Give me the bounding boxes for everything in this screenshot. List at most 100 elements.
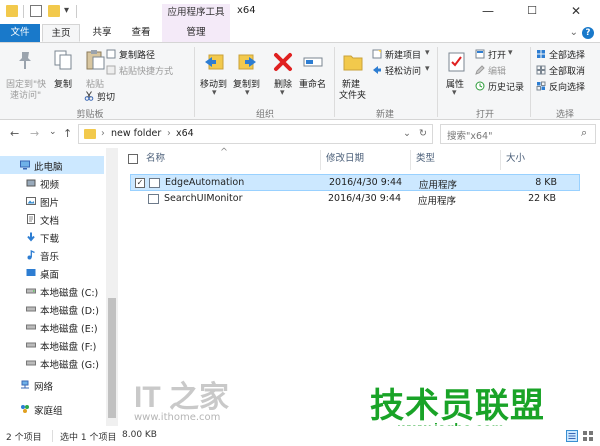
nav-item-drive-c[interactable]: 本地磁盘 (C:) <box>0 282 104 300</box>
new-item-button[interactable]: 新建项目 <box>385 48 421 61</box>
folder-icon <box>6 5 18 17</box>
homegroup-icon <box>21 405 29 413</box>
new-item-dropdown-icon[interactable]: ▾ <box>425 48 430 58</box>
pin-icon <box>19 52 31 69</box>
select-all-button[interactable]: 全部选择 <box>549 48 585 61</box>
tab-manage[interactable]: 管理 <box>162 24 230 42</box>
history-button[interactable]: 历史记录 <box>488 80 524 93</box>
copy-button[interactable]: 复制 <box>54 77 72 90</box>
file-size: 8 KB <box>535 177 557 188</box>
nav-label: 下载 <box>40 234 60 245</box>
select-none-button[interactable]: 全部取消 <box>549 64 585 77</box>
search-input[interactable]: 搜索"x64" ⌕ <box>440 124 596 144</box>
nav-item-drive-e[interactable]: 本地磁盘 (E:) <box>0 318 104 336</box>
nav-item-documents[interactable]: 文档 <box>0 210 104 228</box>
organize-group-label: 组织 <box>255 110 274 120</box>
open-dropdown-icon[interactable]: ▾ <box>508 48 513 58</box>
column-header-size[interactable]: 大小 <box>506 148 525 170</box>
delete-dropdown-icon[interactable]: ▾ <box>280 88 285 98</box>
rename-button[interactable]: 重命名 <box>299 77 326 90</box>
close-button[interactable]: ✕ <box>554 0 598 22</box>
recent-locations-icon[interactable]: ⌄ <box>49 127 57 137</box>
invert-selection-icon <box>536 81 546 91</box>
file-date: 2016/4/30 9:44 <box>328 193 402 204</box>
nav-label: 本地磁盘 (G:) <box>40 360 99 371</box>
copy-path-icon <box>106 49 116 59</box>
navigation-scrollbar[interactable] <box>106 148 118 426</box>
nav-item-drive-f[interactable]: 本地磁盘 (F:) <box>0 336 104 354</box>
address-dropdown-icon[interactable]: ⌄ <box>403 128 411 139</box>
nav-item-homegroup[interactable]: 家庭组 <box>0 400 104 418</box>
select-all-icon <box>537 50 545 58</box>
nav-label: 图片 <box>40 198 60 209</box>
back-button[interactable]: ← <box>10 127 19 140</box>
nav-item-desktop[interactable]: 桌面 <box>0 264 104 282</box>
file-name: SearchUIMonitor <box>164 193 243 204</box>
paste-shortcut-button[interactable]: 粘贴快捷方式 <box>119 64 173 77</box>
divider <box>52 430 53 442</box>
nav-item-drive-g[interactable]: 本地磁盘 (G:) <box>0 354 104 372</box>
cut-button[interactable]: 剪切 <box>97 90 115 103</box>
nav-item-network[interactable]: 网络 <box>0 376 104 394</box>
tab-share[interactable]: 共享 <box>84 24 120 42</box>
nav-label: 网络 <box>34 382 54 393</box>
edit-button[interactable]: 编辑 <box>488 64 506 77</box>
desktop-folder-icon <box>26 269 36 276</box>
nav-item-this-pc[interactable]: 此电脑 <box>0 156 104 174</box>
select-all-checkbox[interactable] <box>128 154 138 164</box>
nav-item-music[interactable]: 音乐 <box>0 246 104 264</box>
address-bar[interactable]: › new folder › x64 ⌄ ↻ <box>78 124 433 144</box>
properties-dropdown-icon[interactable]: ▾ <box>452 88 457 98</box>
status-bar: 2 个项目 选中 1 个项目 8.00 KB <box>0 426 600 446</box>
help-icon[interactable]: ? <box>582 27 594 39</box>
easy-access-icon <box>373 66 381 74</box>
breadcrumb-x64[interactable]: x64 <box>176 128 194 139</box>
nav-label: 家庭组 <box>34 406 63 417</box>
nav-label: 本地磁盘 (C:) <box>40 288 99 299</box>
details-view-icon[interactable] <box>566 430 578 442</box>
copy-to-dropdown-icon[interactable]: ▾ <box>245 88 250 98</box>
properties-quick-icon[interactable] <box>30 5 42 17</box>
refresh-button[interactable]: ↻ <box>419 128 427 139</box>
open-button[interactable]: 打开 <box>488 48 506 61</box>
divider <box>410 150 411 170</box>
forward-button[interactable]: → <box>30 127 39 140</box>
easy-access-button[interactable]: 轻松访问 <box>385 64 421 77</box>
context-tab-title: 应用程序工具 <box>162 4 230 24</box>
table-row[interactable]: SearchUIMonitor 2016/4/30 9:44 应用程序 22 K… <box>130 191 580 208</box>
row-checkbox[interactable]: ✓ <box>135 178 145 188</box>
column-header-date[interactable]: 修改日期 <box>326 148 364 170</box>
nav-item-videos[interactable]: 视频 <box>0 174 104 192</box>
invert-selection-button[interactable]: 反向选择 <box>549 80 585 93</box>
scrollbar-thumb[interactable] <box>108 298 116 418</box>
tab-view[interactable]: 查看 <box>122 24 160 42</box>
copy-path-button[interactable]: 复制路径 <box>119 48 155 61</box>
move-to-dropdown-icon[interactable]: ▾ <box>212 88 217 98</box>
selection-size: 8.00 KB <box>122 430 157 440</box>
paste-shortcut-icon <box>106 65 116 75</box>
column-header-type[interactable]: 类型 <box>416 148 435 170</box>
breadcrumb-new-folder[interactable]: new folder <box>111 128 161 139</box>
maximize-button[interactable]: ☐ <box>510 0 554 22</box>
up-button[interactable]: ↑ <box>63 127 72 140</box>
expand-ribbon-icon[interactable]: ⌄ <box>570 27 578 38</box>
tab-file[interactable]: 文件 <box>0 24 40 42</box>
quick-access-dropdown-icon[interactable]: ▾ <box>64 5 69 16</box>
minimize-button[interactable]: — <box>466 0 510 22</box>
tab-home[interactable]: 主页 <box>42 24 80 42</box>
selection-count: 选中 1 个项目 <box>60 433 117 443</box>
nav-item-drive-d[interactable]: 本地磁盘 (D:) <box>0 300 104 318</box>
breadcrumb-separator: › <box>101 128 105 139</box>
new-folder-quick-icon[interactable] <box>48 5 60 17</box>
paste-button[interactable]: 粘贴 <box>86 77 104 90</box>
nav-item-downloads[interactable]: 下载 <box>0 228 104 246</box>
table-row[interactable]: ✓ EdgeAutomation 2016/4/30 9:44 应用程序 8 K… <box>130 174 580 191</box>
large-icons-view-icon[interactable] <box>582 430 594 442</box>
column-header-name[interactable]: 名称 <box>146 148 165 170</box>
easy-access-dropdown-icon[interactable]: ▾ <box>425 64 430 74</box>
nav-label: 音乐 <box>40 252 60 263</box>
window-title: x64 <box>237 5 256 16</box>
nav-item-pictures[interactable]: 图片 <box>0 192 104 210</box>
copy-icon <box>54 50 72 70</box>
search-icon[interactable]: ⌕ <box>581 126 587 140</box>
